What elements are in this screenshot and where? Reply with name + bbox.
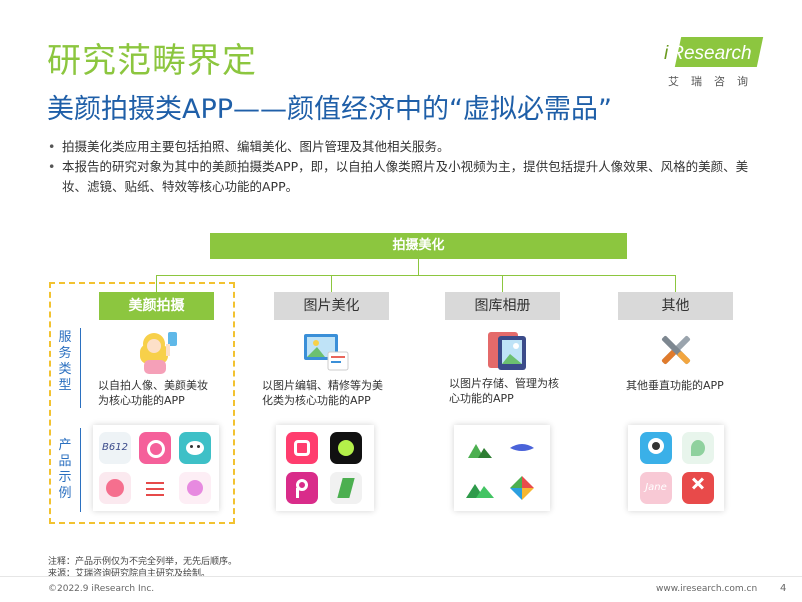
picsart-app-icon <box>286 472 318 504</box>
connector-line <box>331 275 332 292</box>
category-description: 以图片存储、管理为核心功能的APP <box>449 377 559 405</box>
website-link[interactable]: www.iresearch.com.cn <box>656 584 757 594</box>
connector-line <box>418 259 419 275</box>
footer-divider <box>0 576 802 577</box>
category-gallery: 图库相册 <box>445 292 560 320</box>
app-grid-photo-edit <box>276 425 374 511</box>
category-beauty-camera: 美颜拍摄 <box>99 292 214 320</box>
b612-app-label: B612 <box>102 442 128 453</box>
copyright: ©2022.9 iResearch Inc. <box>48 584 155 594</box>
page-subtitle: 美颜拍摄类APP——颜值经济中的“虚拟必需品” <box>47 94 613 125</box>
heart-app-icon <box>682 472 714 504</box>
pinwheel-app-icon <box>506 472 538 504</box>
tools-icon <box>661 335 691 365</box>
gallery-album-icon <box>488 332 526 370</box>
wuta-app-icon <box>139 472 171 504</box>
footnote-source: 来源：艾瑞咨询研究院自主研究及绘制。 <box>48 569 211 579</box>
bullet-item: 本报告的研究对象为其中的美颜拍摄类APP，即，以自拍人像类照片及小视频为主，提供… <box>48 157 768 197</box>
category-description: 其他垂直功能的APP <box>626 379 724 392</box>
connector-line <box>156 275 675 276</box>
logo-chinese: 艾瑞咨询 <box>668 75 760 88</box>
beautycam-app-icon <box>139 432 171 464</box>
category-description: 以自拍人像、美颜美妆为核心功能的APP <box>98 379 208 407</box>
side-label-product-examples: 产品示例 <box>58 438 72 501</box>
side-divider <box>80 328 81 408</box>
category-description: 以图片编辑、精修等为美化类为核心功能的APP <box>262 379 383 407</box>
leaf-app-icon <box>682 432 714 464</box>
iresearch-logo: i Research 艾瑞咨询 <box>664 37 764 89</box>
meiyan-app-icon <box>99 472 131 504</box>
meitu-app-icon <box>286 432 318 464</box>
category-other: 其他 <box>618 292 733 320</box>
page-number: 4 <box>780 583 787 594</box>
jane-app-icon: Jane <box>640 472 672 504</box>
app-grid-gallery <box>454 425 550 511</box>
diagram-root-node: 拍摄美化 <box>210 233 627 259</box>
selfie-girl-icon <box>140 332 177 374</box>
snapseed-app-icon <box>330 472 362 504</box>
bullet-list: 拍摄美化类应用主要包括拍照、编辑美化、图片管理及其他相关服务。 本报告的研究对象… <box>48 137 768 197</box>
category-photo-editing: 图片美化 <box>274 292 389 320</box>
connector-line <box>502 275 503 292</box>
side-label-service-type: 服务类型 <box>58 330 72 393</box>
album-app-icon <box>464 472 496 504</box>
faceu-app-icon <box>179 432 211 464</box>
logo-wordmark: i Research <box>664 37 764 67</box>
gallery-app-icon <box>464 432 496 464</box>
xingtu-app-icon <box>330 432 362 464</box>
app-grid-beauty: B612 <box>93 425 219 511</box>
jane-app-label: Jane <box>645 482 667 493</box>
photos-app-icon <box>506 432 538 464</box>
bullet-item: 拍摄美化类应用主要包括拍照、编辑美化、图片管理及其他相关服务。 <box>48 137 768 157</box>
side-divider <box>80 428 81 512</box>
page-title: 研究范畴界定 <box>47 41 257 81</box>
photo-edit-icon <box>304 334 349 371</box>
camera-app-icon <box>640 432 672 464</box>
ulike-app-icon <box>179 472 211 504</box>
b612-app-icon: B612 <box>99 432 131 464</box>
connector-line <box>675 275 676 292</box>
app-grid-other: Jane <box>628 425 724 511</box>
footnote-note: 注释：产品示例仅为不完全列举，无先后顺序。 <box>48 557 238 567</box>
logo-research: Research <box>670 43 752 64</box>
